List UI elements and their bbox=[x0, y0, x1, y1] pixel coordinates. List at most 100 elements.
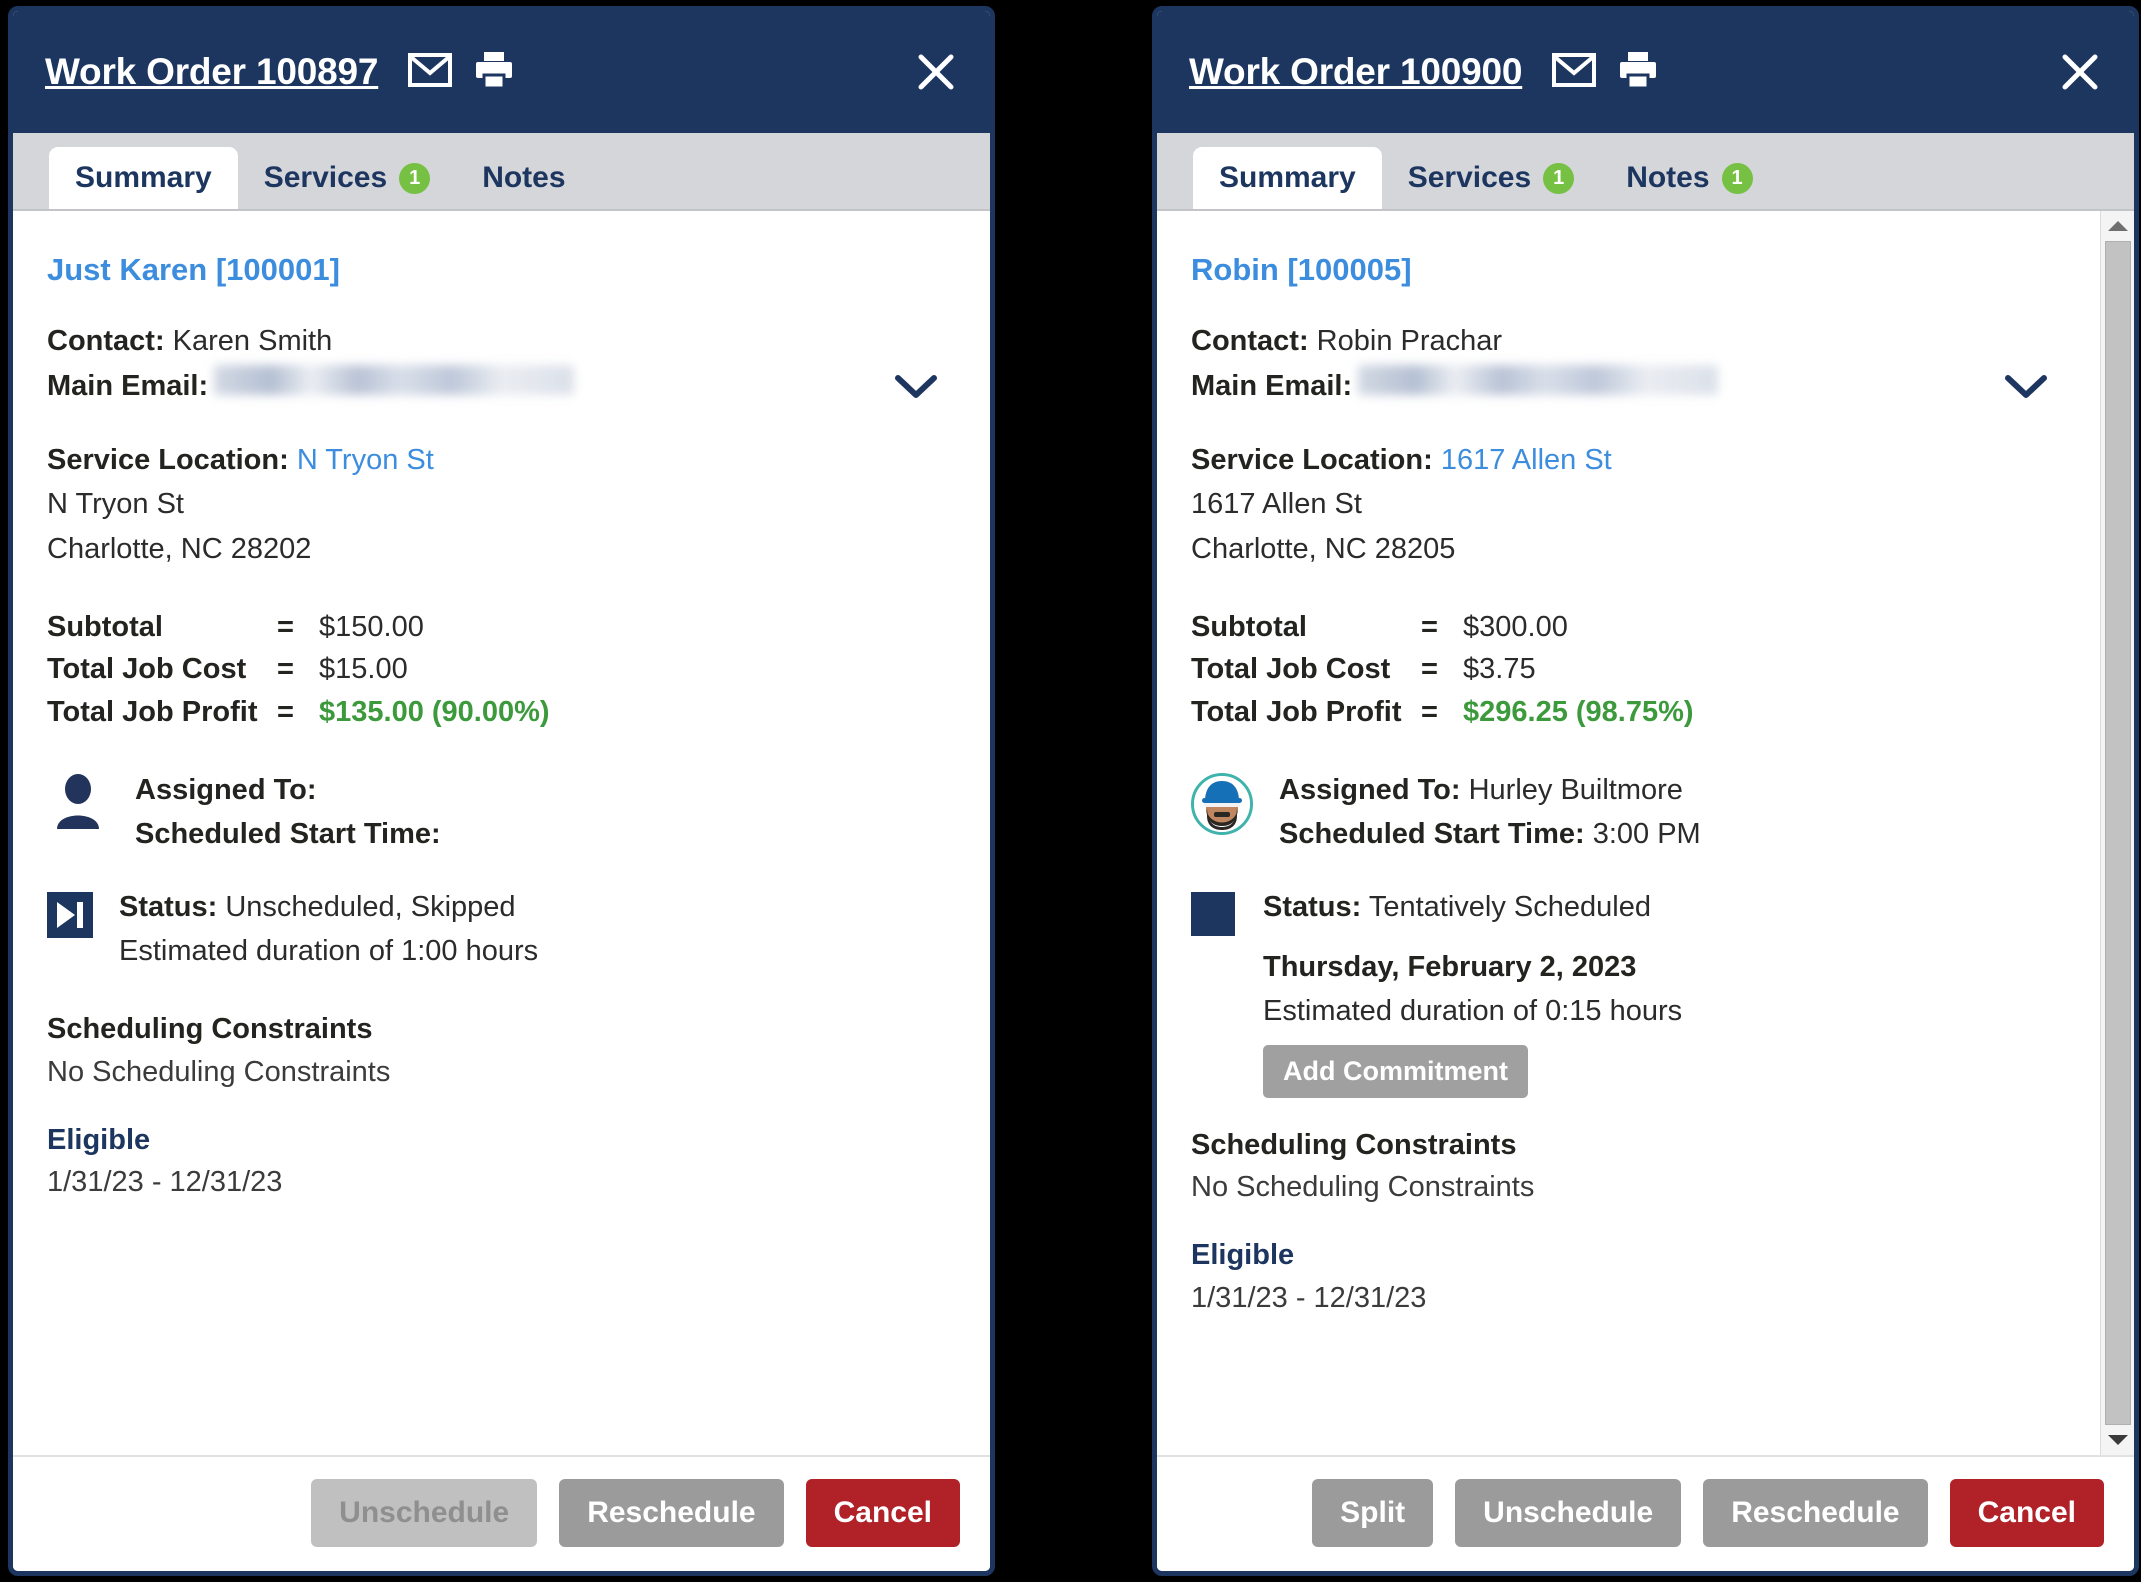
screenshot-stage: Work Order 100897 Summary Services 1 Not… bbox=[0, 0, 2141, 1582]
main-email-label: Main Email: bbox=[1191, 369, 1353, 402]
tab-notes[interactable]: Notes 1 bbox=[1600, 147, 1778, 209]
assignment-text: Assigned To: Scheduled Start Time: bbox=[135, 767, 441, 858]
tab-badge-count: 1 bbox=[1721, 162, 1753, 194]
service-location-link[interactable]: N Tryon St bbox=[297, 444, 434, 476]
scheduled-start-time-label: Scheduled Start Time: bbox=[135, 818, 441, 851]
money-summary: Subtotal = $300.00 Total Job Cost = $3.7… bbox=[1191, 606, 2066, 733]
service-location-row: Service Location: 1617 Allen St bbox=[1191, 439, 2066, 481]
technician-avatar bbox=[1191, 767, 1253, 835]
contact-label: Contact: bbox=[1191, 325, 1309, 358]
scheduled-start-time-label: Scheduled Start Time: bbox=[1279, 818, 1585, 851]
vertical-scrollbar[interactable] bbox=[2100, 211, 2134, 1455]
cancel-button[interactable]: Cancel bbox=[805, 1479, 960, 1547]
duration-text: Estimated duration of 0:15 hours bbox=[1263, 995, 1683, 1028]
scroll-up-arrow-icon[interactable] bbox=[2107, 215, 2129, 237]
scheduled-start-time-value: 3:00 PM bbox=[1592, 818, 1701, 851]
close-icon[interactable] bbox=[2060, 52, 2100, 92]
assignment-block: Assigned To: Scheduled Start Time: bbox=[47, 767, 956, 858]
scheduling-constraints-heading: Scheduling Constraints bbox=[47, 1013, 373, 1046]
reschedule-button[interactable]: Reschedule bbox=[559, 1479, 784, 1547]
scheduling-constraints-value: No Scheduling Constraints bbox=[1191, 1170, 1535, 1203]
add-commitment-button[interactable]: Add Commitment bbox=[1263, 1044, 1528, 1098]
status-row: Status: Unscheduled, Skipped bbox=[119, 886, 538, 928]
money-row: Subtotal = $150.00 bbox=[47, 606, 956, 648]
money-value: $15.00 bbox=[319, 653, 408, 686]
money-label: Total Job Cost bbox=[47, 653, 247, 686]
scheduled-start-time-row: Scheduled Start Time: 3:00 PM bbox=[1279, 813, 1701, 855]
money-row: Total Job Profit = $135.00 (90.00%) bbox=[47, 691, 956, 733]
scheduling-constraints-heading: Scheduling Constraints bbox=[1191, 1128, 1517, 1161]
tab-services[interactable]: Services 1 bbox=[238, 147, 456, 209]
money-equals: = bbox=[277, 695, 294, 728]
customer-link[interactable]: Robin [100005] bbox=[1191, 247, 1412, 292]
work-order-panel-right: Work Order 100900 Summary Services 1 Not… bbox=[1152, 6, 2139, 1576]
panel-body: Just Karen [100001] Contact: Karen Smith… bbox=[13, 211, 990, 1455]
printer-icon[interactable] bbox=[474, 50, 514, 95]
unschedule-button[interactable]: Unschedule bbox=[311, 1479, 538, 1547]
tab-badge-count: 1 bbox=[1543, 162, 1575, 194]
status-text: Status: Tentatively Scheduled Thursday, … bbox=[1263, 884, 1682, 1098]
money-row: Total Job Profit = $296.25 (98.75%) bbox=[1191, 691, 2066, 733]
printer-icon[interactable] bbox=[1618, 50, 1658, 95]
chevron-down-icon[interactable] bbox=[2002, 371, 2066, 401]
service-location-label: Service Location: bbox=[1191, 443, 1433, 476]
customer-link[interactable]: Just Karen [100001] bbox=[47, 247, 340, 292]
scrollbar-thumb[interactable] bbox=[2104, 241, 2131, 1425]
tab-strip: Summary Services 1 Notes bbox=[13, 133, 990, 211]
eligible-date-range: 1/31/23 - 12/31/23 bbox=[47, 1166, 283, 1199]
tab-services[interactable]: Services 1 bbox=[1382, 147, 1600, 209]
tab-label: Summary bbox=[75, 161, 212, 194]
tab-label: Notes bbox=[1626, 161, 1710, 194]
service-location-link[interactable]: 1617 Allen St bbox=[1441, 444, 1612, 476]
assigned-to-value: Hurley Builtmore bbox=[1468, 773, 1683, 806]
titlebar-icon-group bbox=[408, 50, 514, 95]
contact-label: Contact: bbox=[47, 325, 165, 358]
tab-summary[interactable]: Summary bbox=[49, 147, 238, 209]
close-icon[interactable] bbox=[916, 52, 956, 92]
money-equals: = bbox=[277, 610, 294, 643]
tab-label: Services bbox=[1407, 161, 1532, 194]
envelope-icon[interactable] bbox=[1552, 52, 1597, 92]
eligible-heading: Eligible bbox=[1191, 1239, 1295, 1272]
money-row: Total Job Cost = $3.75 bbox=[1191, 648, 2066, 690]
money-row: Total Job Cost = $15.00 bbox=[47, 648, 956, 690]
scroll-down-arrow-icon[interactable] bbox=[2107, 1429, 2129, 1451]
scheduled-start-time-row: Scheduled Start Time: bbox=[135, 813, 441, 855]
main-email-left: Main Email: bbox=[1191, 364, 1719, 407]
panel-titlebar: Work Order 100897 bbox=[13, 11, 990, 133]
duration-text: Estimated duration of 1:00 hours bbox=[119, 934, 539, 967]
money-label: Total Job Cost bbox=[1191, 653, 1391, 686]
address-line-1: N Tryon St bbox=[47, 488, 184, 521]
tab-strip: Summary Services 1 Notes 1 bbox=[1157, 133, 2134, 211]
work-order-title-link[interactable]: Work Order 100897 bbox=[45, 51, 378, 93]
unschedule-button[interactable]: Unschedule bbox=[1455, 1479, 1682, 1547]
envelope-icon[interactable] bbox=[408, 52, 453, 92]
address-line-2: Charlotte, NC 28202 bbox=[47, 532, 312, 565]
work-order-title-link[interactable]: Work Order 100900 bbox=[1189, 51, 1522, 93]
main-email-row: Main Email: bbox=[47, 364, 956, 407]
address-line-2: Charlotte, NC 28205 bbox=[1191, 532, 1456, 565]
cancel-button[interactable]: Cancel bbox=[1949, 1479, 2104, 1547]
money-value: $300.00 bbox=[1463, 610, 1568, 643]
total-job-profit-value: $296.25 (98.75%) bbox=[1463, 695, 1694, 728]
contact-value: Robin Prachar bbox=[1316, 325, 1503, 358]
total-job-profit-value: $135.00 (90.00%) bbox=[319, 695, 550, 728]
status-block: Status: Tentatively Scheduled Thursday, … bbox=[1191, 884, 2066, 1098]
assignment-block: Assigned To: Hurley Builtmore Scheduled … bbox=[1191, 767, 2066, 858]
tab-badge-count: 1 bbox=[399, 162, 431, 194]
money-value: $150.00 bbox=[319, 610, 424, 643]
tab-notes[interactable]: Notes bbox=[456, 147, 591, 209]
status-text: Status: Unscheduled, Skipped Estimated d… bbox=[119, 884, 538, 975]
split-button[interactable]: Split bbox=[1312, 1479, 1434, 1547]
contact-value: Karen Smith bbox=[172, 325, 333, 358]
reschedule-button[interactable]: Reschedule bbox=[1703, 1479, 1928, 1547]
money-value: $3.75 bbox=[1463, 653, 1536, 686]
tab-label: Summary bbox=[1219, 161, 1356, 194]
chevron-down-icon[interactable] bbox=[892, 371, 956, 401]
tab-label: Services bbox=[263, 161, 388, 194]
status-label: Status: bbox=[1263, 890, 1362, 923]
panel-footer: Split Unschedule Reschedule Cancel bbox=[1157, 1455, 2134, 1571]
status-block: Status: Unscheduled, Skipped Estimated d… bbox=[47, 884, 956, 975]
titlebar-icon-group bbox=[1552, 50, 1658, 95]
tab-summary[interactable]: Summary bbox=[1193, 147, 1382, 209]
